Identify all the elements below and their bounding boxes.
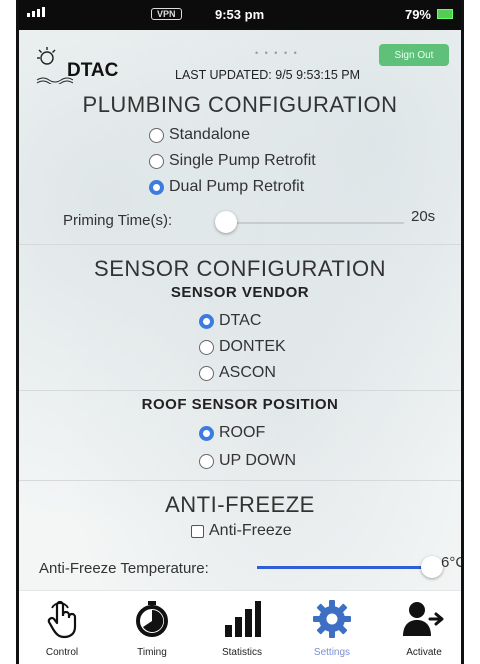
antifreeze-temp-value: 6°C (441, 554, 464, 571)
radio-indicator-selected (149, 179, 164, 195)
sign-out-button[interactable]: Sign Out (379, 44, 449, 66)
radio-position-roof[interactable]: ROOF (199, 424, 265, 442)
priming-slider-thumb[interactable] (215, 211, 237, 233)
sensor-title: SENSOR CONFIGURATION (94, 256, 386, 281)
tab-timing[interactable]: Timing (117, 591, 187, 664)
tab-statistics[interactable]: Statistics (207, 591, 277, 664)
radio-label: UP DOWN (219, 452, 297, 469)
plumbing-title: PLUMBING CONFIGURATION (82, 92, 398, 117)
stopwatch-icon (136, 601, 168, 637)
last-updated-text: LAST UPDATED: 9/5 9:53:15 PM (175, 68, 361, 82)
tab-label: Activate (406, 647, 442, 658)
status-time: 9:53 pm (215, 7, 265, 22)
bar-chart-icon (225, 601, 261, 637)
antifreeze-temp-label: Anti-Freeze Temperature: (39, 560, 209, 577)
battery-icon (437, 9, 453, 19)
tab-label: Statistics (221, 647, 262, 658)
priming-slider-track[interactable] (219, 222, 404, 224)
radio-vendor-dontek[interactable]: DONTEK (199, 338, 286, 356)
radio-indicator (199, 453, 214, 469)
tab-settings[interactable]: Settings (297, 591, 367, 664)
vpn-indicator: VPN (151, 8, 182, 20)
radio-label: ROOF (219, 424, 266, 441)
priming-time-label: Priming Time(s): (63, 212, 173, 229)
status-bar: VPN 9:53 pm 79% (19, 0, 461, 30)
hand-pointer-icon (47, 600, 77, 639)
divider (19, 244, 461, 245)
antifreeze-slider-thumb[interactable] (421, 556, 443, 578)
tab-label: Timing (137, 647, 167, 658)
radio-label: Dual Pump Retrofit (169, 178, 305, 195)
tab-activate[interactable]: Activate (389, 591, 459, 664)
antifreeze-slider-fill[interactable] (257, 566, 429, 569)
phone-frame: VPN 9:53 pm 79% DTAC • • • • • Sign Out … (16, 0, 464, 664)
antifreeze-title: ANTI-FREEZE (165, 492, 315, 517)
dtac-logo: DTAC (33, 44, 143, 86)
settings-content: DTAC • • • • • Sign Out LAST UPDATED: 9/… (19, 30, 461, 590)
tab-control[interactable]: Control (27, 591, 97, 664)
roof-position-title: ROOF SENSOR POSITION (141, 396, 339, 413)
radio-label: Standalone (169, 126, 250, 143)
checkbox-box (191, 524, 204, 538)
radio-label: DTAC (219, 312, 262, 329)
radio-indicator (199, 365, 214, 381)
radio-indicator-selected (199, 425, 214, 441)
radio-label: DONTEK (219, 338, 286, 355)
radio-label: ASCON (219, 364, 276, 381)
radio-single-pump[interactable]: Single Pump Retrofit (149, 152, 316, 170)
gear-icon (313, 600, 351, 638)
checkbox-label: Anti-Freeze (209, 522, 292, 539)
radio-label: Single Pump Retrofit (169, 152, 316, 169)
signal-icon (27, 7, 45, 17)
radio-dual-pump[interactable]: Dual Pump Retrofit (149, 178, 304, 196)
radio-standalone[interactable]: Standalone (149, 126, 250, 144)
tab-label: Control (45, 647, 79, 658)
antifreeze-checkbox[interactable]: Anti-Freeze (191, 522, 292, 540)
radio-indicator-selected (199, 313, 214, 329)
logo-text: DTAC (67, 60, 119, 81)
battery-percent: 79% (404, 7, 431, 22)
page-dots: • • • • • (255, 48, 299, 58)
user-arrow-icon (403, 602, 444, 636)
radio-indicator (149, 153, 164, 169)
radio-position-up-down[interactable]: UP DOWN (199, 452, 296, 470)
radio-indicator (199, 339, 214, 355)
priming-time-value: 20s (411, 208, 436, 225)
bottom-tab-bar: Control Timing Statistics Settings Activ… (19, 590, 461, 664)
tab-label: Settings (313, 647, 351, 658)
radio-indicator (149, 127, 164, 143)
radio-vendor-ascon[interactable]: ASCON (199, 364, 276, 382)
radio-vendor-dtac[interactable]: DTAC (199, 312, 261, 330)
divider (19, 480, 461, 481)
divider (19, 390, 461, 391)
sensor-vendor-title: SENSOR VENDOR (170, 284, 310, 301)
